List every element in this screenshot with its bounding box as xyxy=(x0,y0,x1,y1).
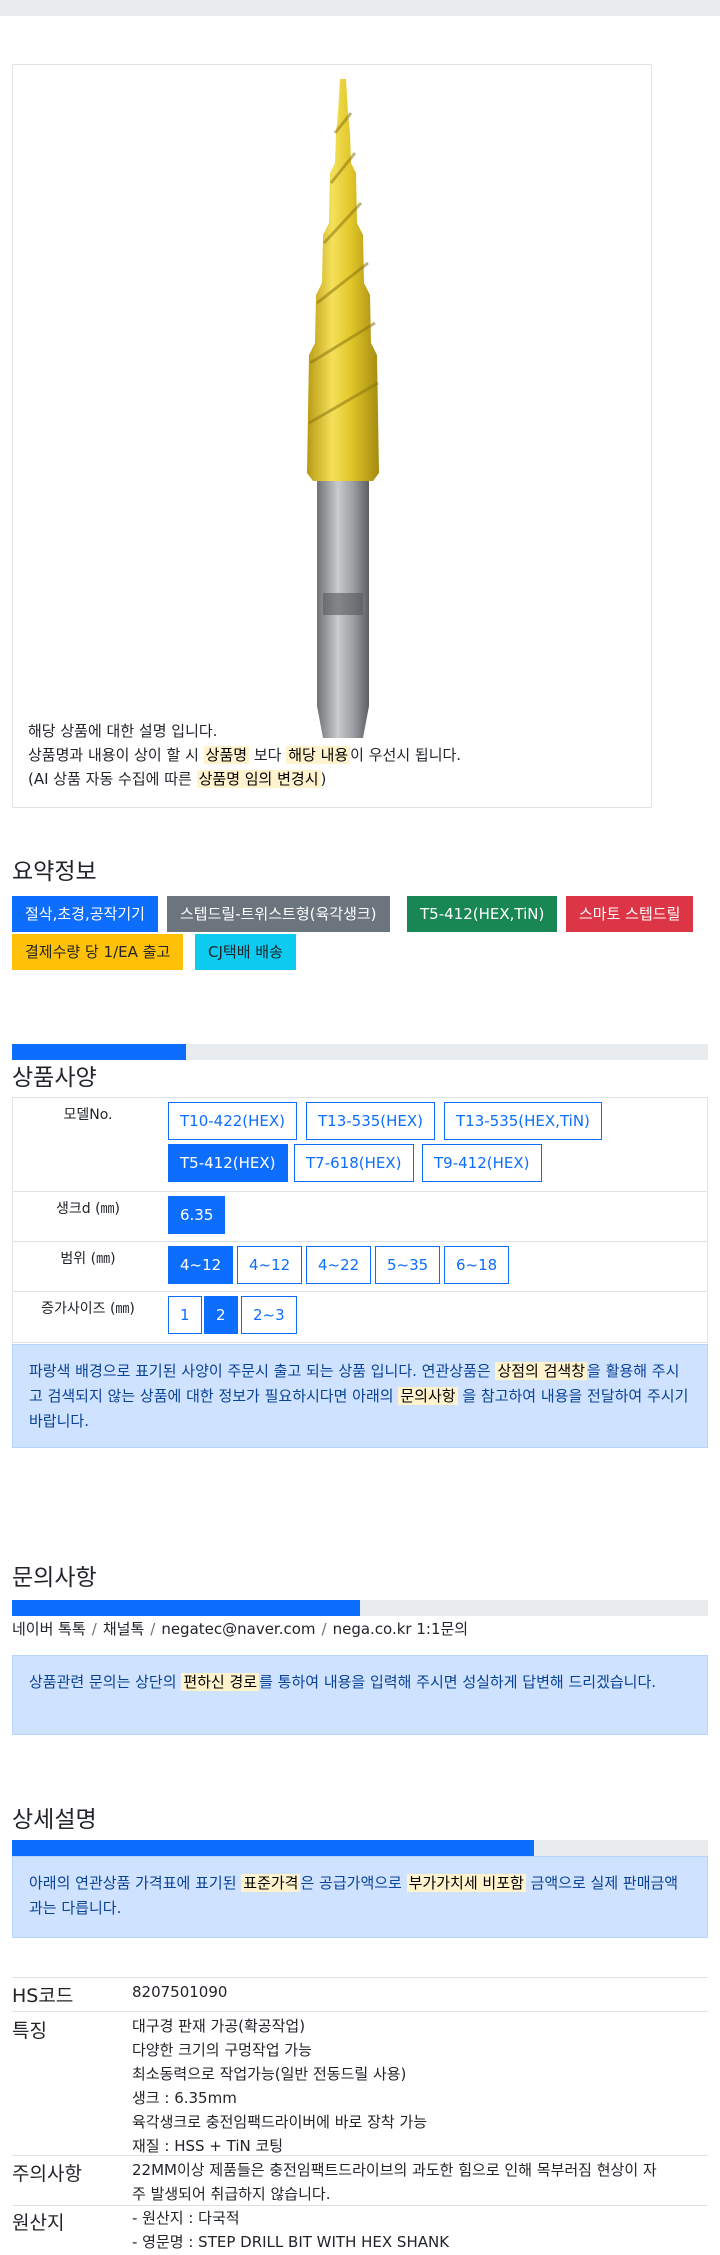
feature-item: 최소동력으로 작업가능(일반 전동드릴 사용) xyxy=(132,2065,407,2083)
option-model-t13-535-tin[interactable]: T13-535(HEX,TiN) xyxy=(444,1102,602,1140)
inquiry-progress-bar xyxy=(12,1600,360,1616)
badge-model[interactable]: T5-412(HEX,TiN) xyxy=(407,896,558,932)
product-image-card xyxy=(12,64,652,808)
option-range-4-12[interactable]: 4~12 xyxy=(168,1246,234,1284)
detail-progress-bar xyxy=(12,1840,534,1856)
option-range-4-22[interactable]: 4~22 xyxy=(306,1246,372,1284)
inquiry-title: 문의사항 xyxy=(12,1565,97,1591)
detail-notice: 아래의 연관상품 가격표에 표기된 표준가격 은 공급가액으로 부가가치세 비포함… xyxy=(12,1856,708,1938)
option-increment-1[interactable]: 1 xyxy=(168,1296,202,1334)
highlight-search: 상점의 검색창 xyxy=(495,1362,588,1380)
highlight-inquiry: 문의사항 xyxy=(398,1387,458,1405)
link-channel-talk[interactable]: 채널톡 xyxy=(103,1620,144,1638)
badge-shipping: CJ택배 배송 xyxy=(195,934,296,970)
option-model-t7-618[interactable]: T7-618(HEX) xyxy=(294,1144,414,1182)
highlight-product-name: 상품명 xyxy=(203,746,250,764)
feature-item: 대구경 판재 가공(확공작업) xyxy=(132,2017,306,2035)
option-increment-2[interactable]: 2 xyxy=(204,1296,238,1334)
detail-features-row: 특징 대구경 판재 가공(확공작업) 다양한 크기의 구멍작업 가능 최소동력으… xyxy=(12,2011,708,2155)
option-model-t5-412[interactable]: T5-412(HEX) xyxy=(168,1144,288,1182)
inquiry-progress xyxy=(12,1600,708,1616)
features-label: 특징 xyxy=(12,2020,47,2042)
spec-label-shank: 생크d (㎜) xyxy=(55,1201,121,1217)
spec-progress xyxy=(12,1044,708,1060)
desc-line-1: 해당 상품에 대한 설명 입니다. xyxy=(28,722,218,740)
badge-type[interactable]: 스텝드릴-트위스트형(육각생크) xyxy=(167,896,390,932)
detail-caution-row: 주의사항 22MM이상 제품들은 충전임팩트드라이브의 과도한 힘으로 인해 목… xyxy=(12,2155,708,2205)
hs-code-value: 8207501090 xyxy=(132,1983,228,2001)
option-shank-6-35[interactable]: 6.35 xyxy=(168,1196,226,1234)
option-range-6-18[interactable]: 6~18 xyxy=(444,1246,510,1284)
hs-code-label: HS코드 xyxy=(12,1985,74,2007)
badge-brand[interactable]: 스마토 스텝드릴 xyxy=(566,896,694,932)
spec-label-model: 모델No. xyxy=(63,1107,113,1123)
feature-item: 다양한 크기의 구멍작업 가능 xyxy=(132,2041,312,2059)
product-image xyxy=(293,73,393,763)
desc-line-2: 상품명과 내용이 상이 할 시 상품명 보다 해당 내용 이 우선시 됩니다. xyxy=(28,746,462,764)
separator: / xyxy=(321,1620,327,1638)
highlight-standard-price: 표준가격 xyxy=(241,1874,301,1892)
separator: / xyxy=(91,1620,97,1638)
summary-title: 요약정보 xyxy=(12,859,97,885)
link-naver-talk[interactable]: 네이버 톡톡 xyxy=(12,1620,86,1638)
link-site-inquiry[interactable]: nega.co.kr 1:1문의 xyxy=(333,1620,469,1638)
option-increment-2-3[interactable]: 2~3 xyxy=(241,1296,297,1334)
detail-origin-row: 원산지 - 원산지 : 다국적 - 영문명 : STEP DRILL BIT W… xyxy=(12,2205,708,2255)
badge-category[interactable]: 절삭,초경,공작기기 xyxy=(12,896,158,932)
highlight-content: 해당 내용 xyxy=(286,746,351,764)
feature-item: 생크 : 6.35mm xyxy=(132,2089,237,2107)
inquiry-links: 네이버 톡톡 / 채널톡 / negatec@naver.com / nega.co.kr … xyxy=(12,1618,468,1639)
highlight-name-change: 상품명 임의 변경시 xyxy=(196,770,321,788)
spec-title: 상품사양 xyxy=(12,1065,97,1091)
detail-hs-row: HS코드 8207501090 xyxy=(12,1977,708,2011)
spec-row-shank: 생크d (㎜) 6.35 xyxy=(13,1192,707,1242)
feature-item: 육각생크로 충전임팩드라이버에 바로 장착 가능 xyxy=(132,2113,428,2131)
product-description: 해당 상품에 대한 설명 입니다. 상품명과 내용이 상이 할 시 상품명 보다… xyxy=(28,719,461,791)
desc-line-3: (AI 상품 자동 수집에 따른 상품명 임의 변경시) xyxy=(28,770,327,788)
badge-quantity: 결제수량 당 1/EA 출고 xyxy=(12,934,184,970)
caution-text: 22MM이상 제품들은 충전임팩트드라이브의 과도한 힘으로 인해 목부러짐 현… xyxy=(132,2161,657,2203)
highlight-route: 편하신 경로 xyxy=(181,1673,260,1691)
inquiry-notice: 상품관련 문의는 상단의 편하신 경로 를 통하여 내용을 입력해 주시면 성실하… xyxy=(12,1655,708,1735)
spec-table: 모델No. T10-422(HEX) T13-535(HEX) T13-535(… xyxy=(12,1097,708,1343)
option-model-t13-535[interactable]: T13-535(HEX) xyxy=(306,1102,436,1140)
features-list: 대구경 판재 가공(확공작업) 다양한 크기의 구멍작업 가능 최소동력으로 작… xyxy=(132,2014,427,2158)
spec-notice: 파랑색 배경으로 표기된 사양이 주문시 출고 되는 상품 입니다. 연관상품은… xyxy=(12,1344,708,1448)
origin-text: - 원산지 : 다국적 - 영문명 : STEP DRILL BIT WITH … xyxy=(132,2209,450,2251)
separator: / xyxy=(150,1620,156,1638)
spec-row-increment: 증가사이즈 (㎜) 1 2 2~3 xyxy=(13,1292,707,1342)
spec-label-range: 범위 (㎜) xyxy=(60,1251,116,1267)
option-range-4-12-b[interactable]: 4~12 xyxy=(237,1246,303,1284)
highlight-vat: 부가가치세 비포함 xyxy=(406,1874,526,1892)
spec-label-increment: 증가사이즈 (㎜) xyxy=(41,1301,135,1317)
caution-label: 주의사항 xyxy=(12,2163,82,2185)
option-model-t9-412[interactable]: T9-412(HEX) xyxy=(422,1144,542,1182)
option-model-t10-422[interactable]: T10-422(HEX) xyxy=(168,1102,298,1140)
option-range-5-35[interactable]: 5~35 xyxy=(375,1246,441,1284)
link-email[interactable]: negatec@naver.com xyxy=(161,1620,315,1638)
detail-progress xyxy=(12,1840,708,1856)
top-bar xyxy=(0,0,720,16)
origin-label: 원산지 xyxy=(12,2212,65,2234)
detail-title: 상세설명 xyxy=(12,1807,97,1833)
spec-row-model: 모델No. T10-422(HEX) T13-535(HEX) T13-535(… xyxy=(13,1098,707,1192)
spec-row-range: 범위 (㎜) 4~12 4~12 4~22 5~35 6~18 xyxy=(13,1242,707,1292)
